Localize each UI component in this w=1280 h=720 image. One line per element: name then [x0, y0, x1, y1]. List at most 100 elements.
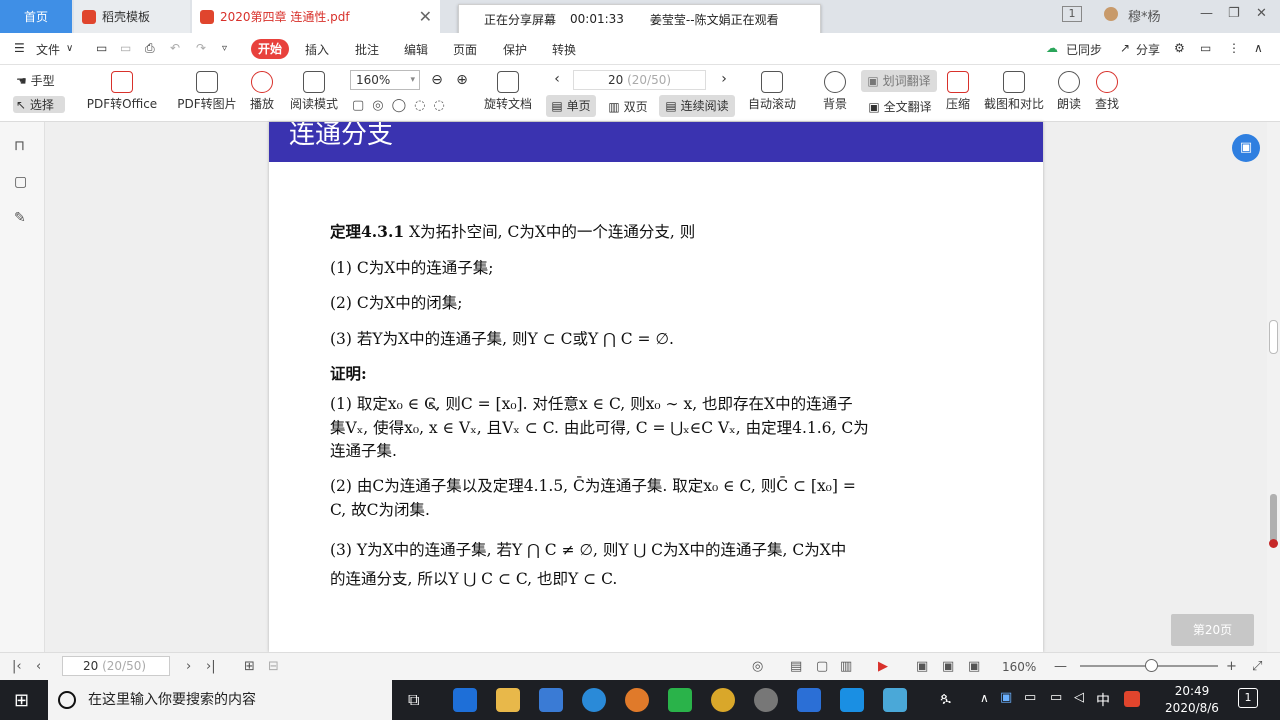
system-clock[interactable]: 20:49 2020/8/6	[1158, 683, 1226, 717]
settings-icon[interactable]: ⚙	[1174, 41, 1185, 55]
open-folder-icon[interactable]: ▭	[96, 41, 107, 55]
page-input[interactable]: 20 (20/50)	[573, 70, 706, 90]
zhihu-icon[interactable]	[840, 688, 864, 712]
volume-icon[interactable]: ◁	[1074, 690, 1084, 705]
menu-protect[interactable]: 保护	[503, 41, 527, 58]
feedback-icon[interactable]: ▭	[1200, 41, 1211, 55]
vertical-scrollbar[interactable]	[1267, 122, 1280, 652]
status-zoom[interactable]: 160%	[1002, 660, 1036, 674]
next-page-status-icon[interactable]: ›	[186, 659, 191, 674]
file-explorer-icon[interactable]	[496, 688, 520, 712]
browser-icon[interactable]	[625, 688, 649, 712]
continuous-read-button[interactable]: ▤ 连续阅读	[659, 95, 735, 117]
sync-status[interactable]: 已同步	[1066, 41, 1102, 58]
wechat-icon[interactable]	[668, 688, 692, 712]
background-button[interactable]: 背景	[817, 71, 853, 112]
battery-icon[interactable]: ▭	[1024, 690, 1036, 705]
last-page-icon[interactable]: ›|	[206, 659, 216, 674]
tray-up-icon[interactable]: ∧	[980, 691, 989, 705]
pdf-to-office-button[interactable]: PDF转Office	[82, 71, 162, 112]
pdf-to-image-button[interactable]: PDF转图片	[176, 71, 238, 112]
next-page-icon[interactable]: ›	[717, 71, 731, 87]
minimize-icon[interactable]: —	[1200, 6, 1213, 21]
autoscroll-button[interactable]: 自动滚动	[742, 71, 802, 112]
menu-edit[interactable]: 编辑	[404, 41, 428, 58]
bookmark-icon[interactable]: ⊓	[14, 138, 25, 154]
thumbnail-icon[interactable]: ▢	[14, 174, 27, 190]
annotation-icon[interactable]: ✎	[14, 210, 26, 226]
avatar[interactable]	[1104, 7, 1118, 21]
single-page-button[interactable]: ▤ 单页	[546, 95, 596, 117]
scroll-position-marker[interactable]	[1269, 494, 1278, 548]
network-icon[interactable]: ▭	[1050, 690, 1062, 705]
close-window-icon[interactable]: ✕	[1256, 6, 1267, 21]
page-view-icon[interactable]: ▢	[816, 659, 828, 674]
close-tab-icon[interactable]: ✕	[419, 7, 432, 26]
menu-page[interactable]: 页面	[453, 41, 477, 58]
menu-convert[interactable]: 转换	[552, 41, 576, 58]
taskbar-search[interactable]: 在这里输入你要搜索的内容	[48, 680, 392, 720]
fit-width-icon[interactable]: ▣	[916, 659, 928, 674]
screenshot-compare-button[interactable]: 截图和对比	[982, 71, 1046, 112]
chevron-down-icon[interactable]: ∨	[66, 43, 73, 54]
app-icon[interactable]	[754, 688, 778, 712]
more-icon[interactable]: ⋮	[1228, 41, 1240, 55]
play-button[interactable]: 播放	[246, 71, 278, 112]
single-view-icon[interactable]: ▤	[790, 659, 802, 674]
tab-template[interactable]: 稻壳模板	[74, 0, 190, 33]
zoom-in-icon[interactable]: ⊕	[453, 72, 471, 88]
word-translate-button[interactable]: ▣ 划词翻译	[861, 70, 937, 92]
tab-home[interactable]: 首页	[0, 0, 72, 33]
zoom-select[interactable]: 160% ▾	[350, 70, 420, 90]
meeting-icon[interactable]	[883, 688, 907, 712]
restore-icon[interactable]: ❐	[1228, 6, 1240, 21]
double-view-icon[interactable]: ▥	[840, 659, 852, 674]
scrollbar-thumb[interactable]	[1269, 320, 1278, 354]
zoom-minus-icon[interactable]: —	[1054, 659, 1067, 674]
status-page-input[interactable]: 20 (20/50)	[62, 656, 170, 676]
read-aloud-button[interactable]: 朗读	[1054, 71, 1084, 112]
add-page-icon[interactable]: ⊞	[244, 659, 255, 674]
zoom-slider-knob[interactable]	[1145, 659, 1158, 672]
tray-app-icon[interactable]: ▣	[1000, 690, 1012, 705]
menu-insert[interactable]: 插入	[305, 41, 329, 58]
tab-document[interactable]: 2020第四章 连通性.pdf ✕	[192, 0, 440, 33]
menu-annotate[interactable]: 批注	[355, 41, 379, 58]
full-translate-button[interactable]: ▣ 全文翻译	[865, 98, 935, 115]
notification-icon[interactable]: 1	[1238, 688, 1258, 708]
eye-icon[interactable]: ◎	[752, 659, 763, 674]
undo-icon[interactable]: ↶	[170, 41, 180, 55]
prev-page-status-icon[interactable]: ‹	[36, 659, 41, 674]
zoom-plus-icon[interactable]: +	[1226, 659, 1237, 674]
hand-tool[interactable]: ☚ 手型	[16, 72, 62, 89]
people-icon[interactable]: ጷ	[940, 690, 951, 706]
ime-indicator[interactable]: 中	[1096, 690, 1110, 710]
wps-icon[interactable]	[797, 688, 821, 712]
ie-icon[interactable]	[582, 688, 606, 712]
user-name[interactable]: 穆*杨	[1128, 6, 1161, 25]
hamburger-icon[interactable]: ☰	[14, 41, 25, 55]
rotate-document-button[interactable]: 旋转文档	[482, 71, 534, 112]
save-icon[interactable]: ▭	[120, 41, 131, 55]
share-button[interactable]: 分享	[1136, 41, 1160, 58]
first-page-icon[interactable]: |‹	[12, 659, 22, 674]
redo-icon[interactable]: ↷	[196, 41, 206, 55]
collapse-ribbon-icon[interactable]: ∧	[1254, 41, 1263, 55]
fit-tools[interactable]: ▢◎◯◌◌	[352, 98, 462, 113]
read-mode-button[interactable]: 阅读模式	[288, 71, 340, 112]
more-chevron-icon[interactable]: ▿	[222, 43, 227, 54]
menu-start[interactable]: 开始	[251, 39, 289, 59]
fit-page-icon[interactable]: ▣	[942, 659, 954, 674]
prev-page-icon[interactable]: ‹	[550, 71, 564, 87]
task-view-icon[interactable]: ⧉	[408, 690, 419, 710]
select-tool[interactable]: ↖ 选择	[13, 96, 65, 113]
floating-tool-icon[interactable]: ▣	[1232, 134, 1260, 162]
find-button[interactable]: 查找	[1092, 71, 1122, 112]
sogou-icon[interactable]	[1124, 691, 1140, 707]
menu-file[interactable]: 文件	[36, 41, 60, 58]
zoom-out-icon[interactable]: ⊖	[428, 72, 446, 88]
double-page-button[interactable]: ▥ 双页	[600, 98, 656, 115]
play-status-icon[interactable]: ▶	[878, 659, 888, 674]
export-page-icon[interactable]: ⊟	[268, 659, 279, 674]
pdf-page[interactable]: 连通分支 定理4.3.1 X为拓扑空间, C为X中的一个连通分支, 则 (1) …	[269, 122, 1043, 652]
